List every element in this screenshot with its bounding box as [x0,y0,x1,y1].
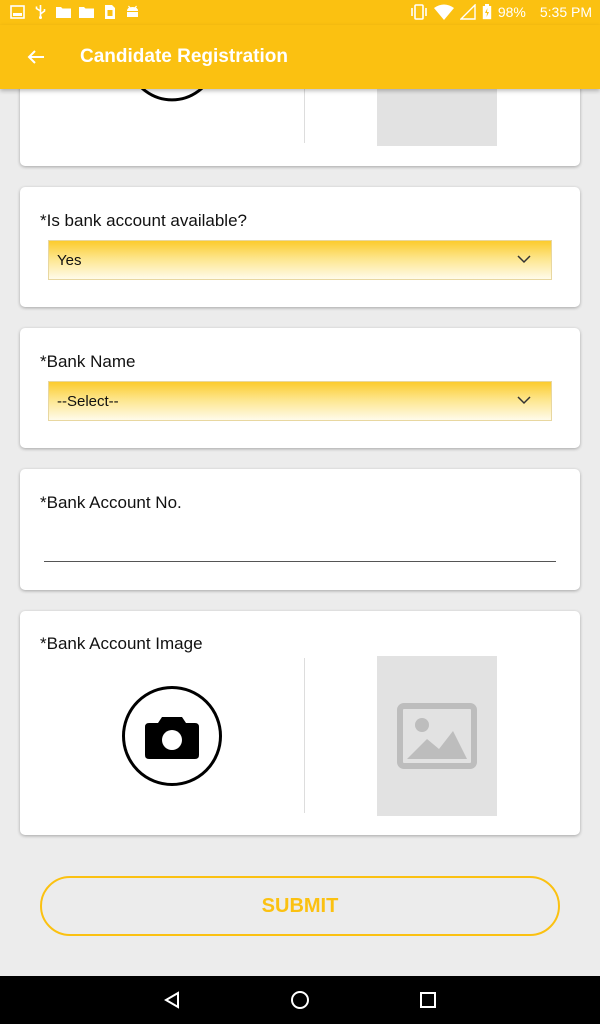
image-placeholder-icon [397,703,477,769]
nav-back-button[interactable] [160,988,184,1012]
no-signal-icon [459,4,476,20]
android-icon [127,5,138,17]
bank-account-available-card: *Is bank account available? Yes [20,187,580,307]
bank-name-value: --Select-- [57,393,119,410]
usb-icon [35,5,46,19]
form-scroll-area[interactable]: *Is bank account available? Yes *Bank Na… [0,89,600,845]
nav-home-button[interactable] [288,988,312,1012]
bank-account-available-dropdown[interactable]: Yes [48,240,552,280]
bank-account-available-label: *Is bank account available? [40,211,247,230]
previous-image-card [20,89,580,166]
sim-card-icon [105,5,115,19]
wifi-icon [433,4,454,20]
image-divider [304,658,305,813]
bank-account-no-input[interactable] [44,526,556,562]
back-button[interactable] [20,45,52,69]
image-preview-partial [377,89,497,146]
camera-icon [145,717,199,759]
bank-name-dropdown[interactable]: --Select-- [48,381,552,421]
bank-account-image-label: *Bank Account Image [40,634,203,653]
bank-account-image-card: *Bank Account Image [20,611,580,835]
image-divider [304,89,305,143]
status-right-icons: 98% 5:35 PM [410,4,592,20]
nav-back-icon [164,991,179,1009]
chevron-down-icon [517,255,531,264]
system-nav-bar [0,976,600,1024]
bank-account-no-card: *Bank Account No. [20,469,580,590]
bank-account-no-label: *Bank Account No. [40,493,182,512]
nav-home-icon [291,991,309,1009]
battery-percent: 98% [497,4,526,20]
arrow-back-icon [27,50,44,64]
nav-recents-button[interactable] [416,988,440,1012]
gallery-icon [10,5,25,19]
bank-name-label: *Bank Name [40,352,136,371]
nav-recents-icon [420,992,436,1008]
bank-account-image-preview [377,656,497,816]
page-title: Candidate Registration [80,46,288,67]
camera-button-partial[interactable] [122,89,222,117]
folder-icon [79,7,94,18]
status-bar: 98% 5:35 PM [0,0,600,25]
submit-button[interactable]: SUBMIT [40,876,560,936]
folder-icon [56,7,71,18]
bank-account-available-value: Yes [57,252,82,269]
app-bar: Candidate Registration [0,25,600,89]
bank-name-card: *Bank Name --Select-- [20,328,580,448]
battery-icon [482,4,492,20]
chevron-down-icon [517,396,531,405]
status-time: 5:35 PM [539,4,592,20]
vibrate-icon [411,4,427,20]
camera-button[interactable] [122,686,222,786]
status-left-icons [10,5,140,19]
